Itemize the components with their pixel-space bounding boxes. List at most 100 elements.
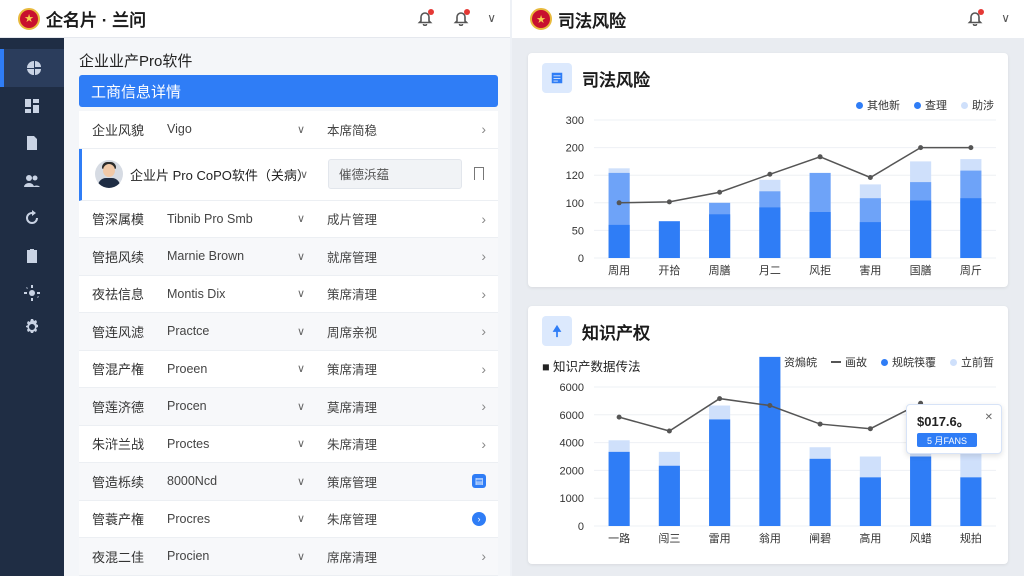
status-field[interactable]: 催德浜蕴 — [328, 158, 462, 189]
row-value: Procres — [167, 511, 211, 526]
chevron-down-icon[interactable]: ∨ — [297, 400, 305, 413]
row-value: Proeen — [167, 361, 208, 376]
app-title: 企名片 · 兰问 — [46, 11, 147, 30]
line-point — [867, 426, 873, 432]
row-status: 周席亲视 — [327, 325, 378, 340]
nav-clipboard-icon[interactable] — [0, 237, 64, 275]
nav-document-icon[interactable] — [0, 124, 64, 162]
next-circle-icon[interactable]: › — [472, 511, 486, 526]
row-value: Marnie Brown — [167, 249, 245, 264]
chevron-right-icon[interactable]: › — [481, 286, 486, 302]
row-status: 策席清理 — [327, 363, 378, 378]
row-status: 席席清理 — [327, 550, 378, 565]
list-row[interactable]: 夜祛信息 Montis Dix ∨ 策席清理 › — [79, 275, 498, 313]
x-tick-label: 周斤 — [960, 264, 982, 277]
line-point — [717, 396, 723, 402]
list-row[interactable]: 管挹风续 Marnie Brown ∨ 就席管理 › — [79, 238, 498, 276]
chevron-down-icon[interactable]: ∨ — [297, 437, 305, 450]
row-label: 管挹风续 — [92, 249, 145, 265]
chevron-down-icon[interactable]: ∨ — [297, 512, 305, 525]
chevron-down-icon[interactable]: ∨ — [297, 550, 305, 563]
nav-settings-icon[interactable] — [0, 274, 64, 312]
list-row[interactable]: 管造栎续 8000Ncd ∨ 策席管理 ▤ — [79, 463, 498, 501]
y-tick-label: 1000 — [560, 493, 584, 505]
row-label: 朱浒兰战 — [92, 437, 145, 453]
chevron-right-icon[interactable]: › — [481, 548, 486, 564]
bell-icon[interactable] — [965, 8, 985, 28]
nav-gear-icon[interactable] — [0, 308, 64, 346]
x-tick-label: 闸碧 — [809, 532, 831, 545]
chevron-down-icon[interactable]: ∨ — [297, 250, 305, 263]
y-tick-label: 4000 — [560, 438, 584, 450]
chevron-down-icon[interactable]: ∨ — [297, 123, 305, 136]
line-point — [817, 421, 823, 427]
x-tick-label: 风拒 — [809, 264, 831, 277]
x-tick-label: 害用 — [859, 263, 881, 277]
chevron-down-icon[interactable]: ∨ — [297, 362, 305, 375]
chevron-right-icon[interactable]: › — [481, 436, 486, 452]
list-row[interactable]: 管连风滤 Practce ∨ 周席亲视 › — [79, 313, 498, 351]
document-badge-icon[interactable]: ▤ — [472, 474, 486, 489]
chevron-right-icon[interactable]: › — [481, 323, 486, 339]
chevron-down-icon[interactable]: ∨ — [300, 168, 308, 181]
chevron-down-icon[interactable]: ∨ — [297, 212, 305, 225]
chart-tooltip: $017.6。 ✕ 5 月FANS — [906, 404, 1002, 454]
tooltip-button[interactable]: 5 月FANS — [917, 433, 977, 447]
line-point — [616, 414, 622, 420]
nav-refresh-icon[interactable] — [0, 199, 64, 237]
left-header: ★ 企名片 · 兰问 ∨ — [0, 0, 510, 38]
list-row[interactable]: 企业片 Pro CoPO软件（关病） ∨ 催德浜蕴 — [79, 148, 498, 201]
chevron-down-icon[interactable]: ∨ — [1001, 11, 1010, 25]
list-row[interactable]: 管莲济德 Procen ∨ 莫席清理 › — [79, 388, 498, 426]
x-tick-label: 翁用 — [759, 531, 781, 545]
bell-icon[interactable] — [451, 8, 471, 28]
nav-dashboard-icon[interactable] — [0, 49, 64, 87]
chevron-down-icon[interactable]: ∨ — [487, 11, 496, 25]
nav-users-icon[interactable] — [0, 162, 64, 200]
list-row[interactable]: 管混产権 Proeen ∨ 策席清理 › — [79, 350, 498, 388]
line-point — [767, 403, 773, 409]
bar — [709, 419, 731, 526]
chevron-down-icon[interactable]: ∨ — [297, 325, 305, 338]
chevron-right-icon[interactable]: › — [481, 361, 486, 377]
line-point — [666, 199, 672, 205]
row-status: 策席清理 — [327, 288, 378, 303]
list-row[interactable]: 企业风貌 Vigo ∨ 本席简稳 › — [79, 111, 498, 149]
chevron-down-icon[interactable]: ∨ — [297, 287, 305, 300]
tooltip-close-icon[interactable]: ✕ — [985, 412, 993, 423]
x-tick-label: 开拾 — [658, 263, 680, 277]
row-value: Vigo — [167, 122, 192, 137]
row-status: 成片管理 — [327, 213, 378, 228]
bell-icon[interactable] — [415, 8, 435, 28]
row-label: 夜祛信息 — [92, 287, 145, 303]
row-label: 管莲济德 — [92, 399, 145, 415]
row-value: Tibnib Pro Smb — [167, 211, 253, 226]
y-tick-label: 0 — [578, 253, 584, 265]
avatar — [95, 159, 123, 188]
row-value: Procien — [167, 549, 210, 564]
chevron-right-icon[interactable]: › — [481, 248, 486, 264]
row-status: 莫席清理 — [327, 400, 378, 415]
chevron-right-icon[interactable]: › — [481, 211, 486, 227]
ip-card: 知识产权 ■ 知识产数据传法 资煽皖 画故 规皖筷覆 立前暂 0 1000 2000… — [528, 306, 1008, 564]
chevron-right-icon[interactable]: › — [481, 121, 486, 137]
nav-grid-icon[interactable] — [0, 87, 64, 125]
bar — [608, 224, 630, 258]
y-tick-label: 2000 — [560, 465, 584, 477]
bookmark-icon[interactable] — [474, 166, 484, 180]
list-row[interactable]: 管深属模 Tibnib Pro Smb ∨ 成片管理 › — [79, 200, 498, 238]
row-label: 夜混二佳 — [92, 549, 145, 565]
list-row[interactable]: 夜混二佳 Procien ∨ 席席清理 › — [79, 538, 498, 576]
chevron-down-icon[interactable]: ∨ — [297, 475, 305, 488]
list-row[interactable]: 管蓑产権 Procres ∨ 朱席管理 › — [79, 500, 498, 538]
list-row[interactable]: 朱浒兰战 Proctes ∨ 朱席清理 › — [79, 425, 498, 463]
row-label: 管连风滤 — [92, 324, 145, 340]
bar — [809, 458, 831, 526]
bar — [960, 477, 982, 526]
x-tick-label: 规拍 — [960, 531, 982, 545]
x-tick-label: 周用 — [608, 264, 630, 277]
x-tick-label: 月二 — [759, 265, 781, 277]
bar — [658, 221, 680, 258]
y-tick-label: 200 — [566, 143, 584, 155]
chevron-right-icon[interactable]: › — [481, 398, 486, 414]
